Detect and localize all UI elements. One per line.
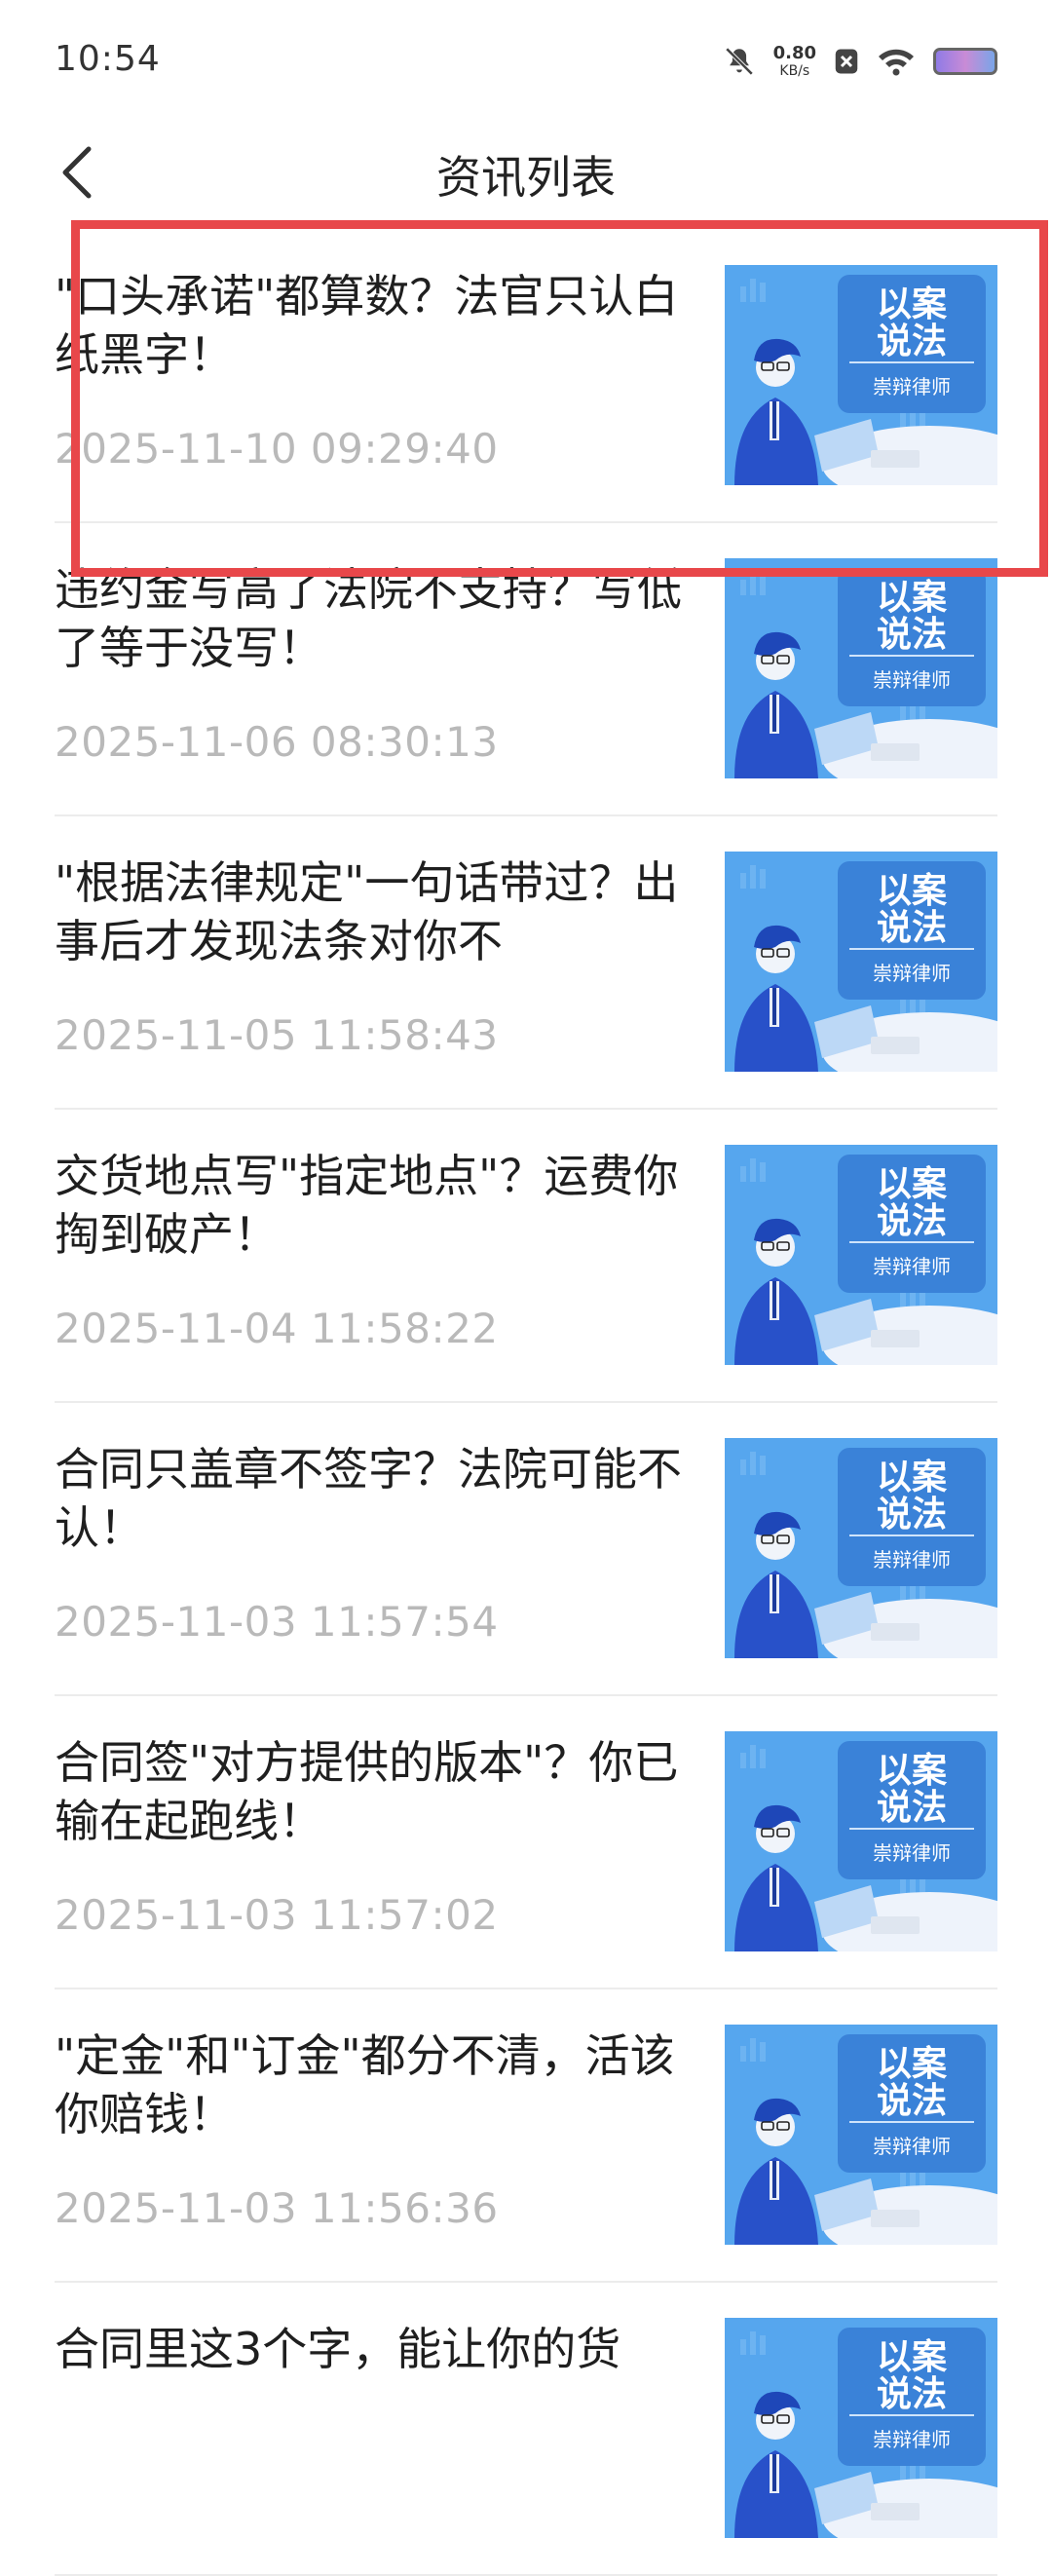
news-title: "口头承诺"都算数？法官只认白纸黑字！ [55,270,679,381]
thumbnail-line2: 说法 [877,908,947,948]
news-time: 2025-11-10 09:29:40 [55,425,499,473]
thumbnail-line1: 以案 [877,1164,948,1204]
thumbnail-line1: 以案 [877,1458,948,1497]
status-bar: 10:54 0.80 KB/s [0,0,1052,123]
news-thumbnail: 以案 说法 崇辩律师 [725,1731,997,1951]
news-title: "根据法律规定"一句话带过？出事后才发现法条对你不 [55,856,679,967]
net-speed-value: 0.80 [772,43,816,63]
news-thumbnail: 以案 说法 崇辩律师 [725,1145,997,1365]
news-item[interactable]: "根据法律规定"一句话带过？出事后才发现法条对你不 2025-11-05 11:… [55,816,997,1110]
thumbnail-caption: 崇辩律师 [873,962,951,985]
status-icons: 0.80 KB/s [723,37,997,86]
thumbnail-line1: 以案 [877,1751,948,1791]
thumbnail-line2: 说法 [877,2374,947,2414]
thumbnail-caption: 崇辩律师 [873,2428,951,2451]
wifi-icon [877,47,916,76]
thumbnail-line2: 说法 [877,615,947,655]
news-title: "定金"和"订金"都分不清，活该你赔钱！ [55,2029,675,2140]
status-time: 10:54 [55,39,161,79]
thumbnail-caption: 崇辩律师 [873,668,951,692]
page-title: 资讯列表 [436,151,616,204]
news-time: 2025-11-04 11:58:22 [55,1305,499,1352]
news-item[interactable]: 合同签"对方提供的版本"？你已输在起跑线！ 2025-11-03 11:57:0… [55,1696,997,1989]
net-speed: 0.80 KB/s [772,43,816,79]
thumbnail-line1: 以案 [877,871,948,911]
news-item[interactable]: 合同里这3个字，能让你的货 以案 说法 崇辩律师 [55,2283,997,2576]
news-thumbnail: 以案 说法 崇辩律师 [725,265,997,485]
battery-icon [933,48,997,75]
news-time: 2025-11-03 11:57:02 [55,1891,499,1939]
news-thumbnail: 以案 说法 崇辩律师 [725,852,997,1072]
thumbnail-caption: 崇辩律师 [873,1841,951,1865]
news-title: 合同签"对方提供的版本"？你已输在起跑线！ [55,1736,679,1847]
thumbnail-caption: 崇辩律师 [873,1548,951,1572]
news-time: 2025-11-05 11:58:43 [55,1011,499,1059]
news-item[interactable]: 违约金写高了法院不支持？写低了等于没写！ 2025-11-06 08:30:13 [55,523,997,816]
news-title: 交货地点写"指定地点"？运费你掏到破产！ [55,1150,679,1261]
thumbnail-caption: 崇辩律师 [873,1255,951,1278]
thumbnail-line1: 以案 [877,2337,948,2377]
thumbnail-line2: 说法 [877,2081,947,2121]
news-time: 2025-11-06 08:30:13 [55,718,499,766]
thumbnail-caption: 崇辩律师 [873,375,951,398]
news-item[interactable]: 合同只盖章不签字？法院可能不认！ 2025-11-03 11:57:54 以案 … [55,1403,997,1696]
thumbnail-line2: 说法 [877,1201,947,1241]
thumbnail-line1: 以案 [877,2044,948,2084]
news-time: 2025-11-03 11:56:36 [55,2184,499,2232]
news-time: 2025-11-03 11:57:54 [55,1598,499,1646]
news-title: 违约金写高了法院不支持？写低了等于没写！ [55,563,682,674]
news-item[interactable]: 交货地点写"指定地点"？运费你掏到破产！ 2025-11-04 11:58:22 [55,1110,997,1403]
thumbnail-line2: 说法 [877,1788,947,1828]
thumbnail-line2: 说法 [877,322,947,361]
mute-icon [723,45,756,78]
news-item[interactable]: "定金"和"订金"都分不清，活该你赔钱！ 2025-11-03 11:56:36 [55,1989,997,2283]
thumbnail-caption: 崇辩律师 [873,2135,951,2158]
net-speed-unit: KB/s [779,63,810,79]
thumbnail-line1: 以案 [877,578,948,618]
news-thumbnail: 以案 说法 崇辩律师 [725,558,997,778]
news-title: 合同只盖章不签字？法院可能不认！ [55,1443,682,1554]
nav-bar: 资讯列表 [0,123,1052,230]
news-thumbnail: 以案 说法 崇辩律师 [725,2025,997,2245]
news-list: "口头承诺"都算数？法官只认白纸黑字！ 2025-11-10 09:29:40 [0,230,1052,2576]
news-thumbnail: 以案 说法 崇辩律师 [725,2318,997,2538]
news-thumbnail: 以案 说法 崇辩律师 [725,1438,997,1658]
news-item[interactable]: "口头承诺"都算数？法官只认白纸黑字！ 2025-11-10 09:29:40 [55,230,997,523]
news-title: 合同里这3个字，能让你的货 [55,2323,621,2375]
thumbnail-line1: 以案 [877,284,948,324]
sim-x-icon [834,47,859,76]
thumbnail-line2: 说法 [877,1495,947,1534]
